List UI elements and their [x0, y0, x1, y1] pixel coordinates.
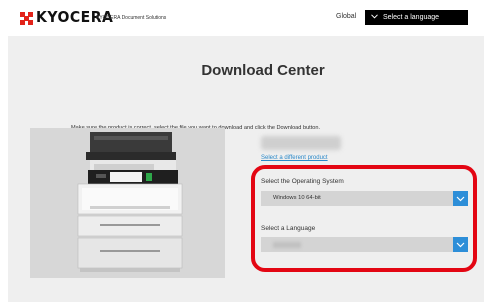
chevron-down-icon: [453, 191, 468, 206]
site-header: KYOCERA KYOCERA Document Solutions Globa…: [0, 0, 484, 36]
brand-tagline: KYOCERA Document Solutions: [96, 15, 167, 21]
language-label: Select a Language: [261, 225, 316, 232]
os-select-value: Windows 10 64-bit: [273, 195, 321, 201]
global-link[interactable]: Global: [336, 13, 356, 20]
product-image: [30, 128, 225, 278]
os-select[interactable]: Windows 10 64-bit: [261, 191, 468, 206]
language-select-value-blurred: [273, 242, 301, 248]
chevron-down-icon: [371, 14, 378, 21]
select-language-label: Select a language: [383, 14, 440, 21]
kyocera-logo-mark-icon: [20, 11, 33, 25]
product-name-blurred: [261, 136, 341, 150]
printer-icon: [77, 132, 183, 272]
os-label: Select the Operating System: [261, 178, 344, 185]
page-title: Download Center: [201, 62, 325, 79]
chevron-down-icon: [453, 237, 468, 252]
select-different-product-link[interactable]: Select a different product: [261, 155, 328, 161]
select-language-button[interactable]: Select a language: [365, 10, 468, 25]
language-select[interactable]: [261, 237, 468, 252]
